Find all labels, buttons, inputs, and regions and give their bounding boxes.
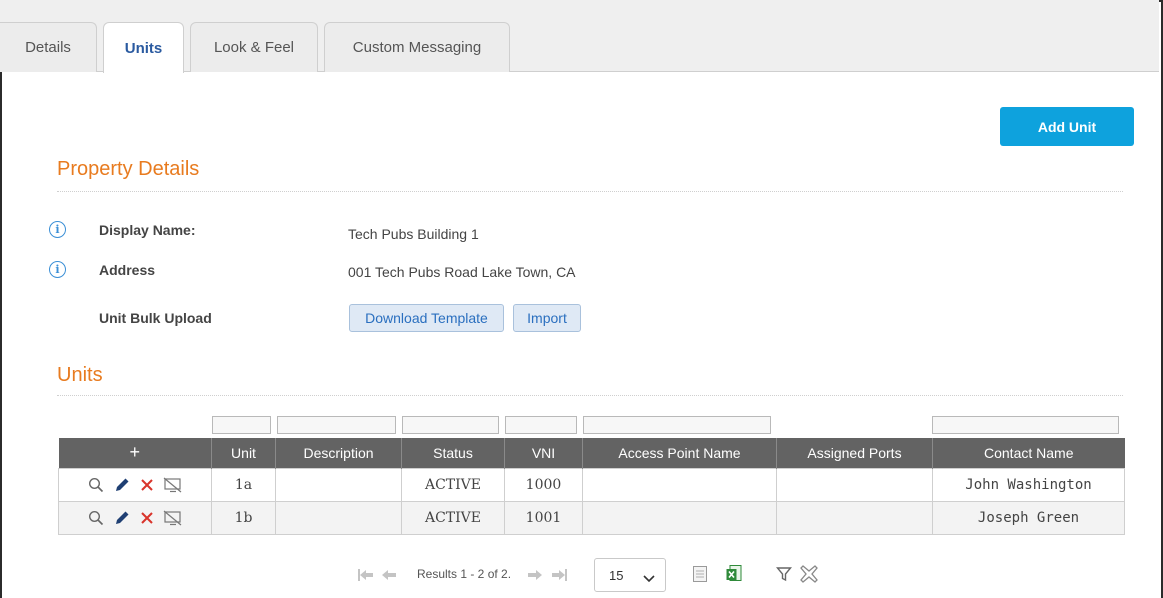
property-details-title: Property Details — [57, 158, 200, 180]
access-point-name-cell — [582, 467, 777, 502]
status-cell: ACTIVE — [401, 500, 505, 535]
edit-icon[interactable] — [113, 509, 131, 527]
tab-bar: Details Units Look & Feel Custom Messagi… — [0, 0, 1159, 73]
export-pdf-icon[interactable] — [692, 565, 708, 586]
add-unit-button[interactable]: Add Unit — [1000, 107, 1134, 146]
tab-look-and-feel[interactable]: Look & Feel — [190, 22, 318, 72]
access-point-name-filter-input[interactable] — [583, 416, 771, 434]
column-header-vni[interactable]: VNI — [504, 438, 583, 468]
chevron-down-icon — [643, 571, 655, 586]
tab-label: Units — [124, 39, 163, 57]
table-row: 1b ACTIVE 1001 Joseph Green — [58, 500, 1125, 535]
description-cell — [275, 500, 402, 535]
status-filter-input[interactable] — [402, 416, 499, 434]
section-divider — [57, 395, 1123, 396]
status-cell: ACTIVE — [401, 467, 505, 502]
units-table: + Unit Description Status VNI Access Poi… — [58, 438, 1125, 535]
column-header-status[interactable]: Status — [401, 438, 505, 468]
units-title: Units — [57, 364, 103, 386]
vni-filter-input[interactable] — [505, 416, 577, 434]
search-icon[interactable] — [88, 510, 104, 526]
tab-details[interactable]: Details — [0, 22, 97, 72]
tab-label: Look & Feel — [213, 39, 295, 56]
unit-filter-input[interactable] — [212, 416, 271, 434]
filter-icon[interactable] — [776, 566, 792, 585]
column-header-contact-name[interactable]: Contact Name — [932, 438, 1125, 468]
contact-name-cell: John Washington — [932, 467, 1125, 502]
assigned-ports-cell — [776, 500, 933, 535]
page-size-select[interactable]: 15 — [594, 558, 666, 592]
unit-cell: 1a — [211, 467, 276, 502]
row-actions — [58, 467, 212, 502]
description-filter-input[interactable] — [277, 416, 396, 434]
first-page-icon[interactable] — [357, 568, 375, 585]
column-header-assigned-ports[interactable]: Assigned Ports — [776, 438, 933, 468]
delete-icon[interactable] — [140, 478, 154, 492]
next-page-icon[interactable] — [527, 568, 543, 585]
access-point-name-cell — [582, 500, 777, 535]
tab-custom-messaging[interactable]: Custom Messaging — [324, 22, 510, 72]
info-icon[interactable]: i — [49, 221, 66, 238]
add-row-button[interactable]: + — [58, 438, 212, 468]
results-text: Results 1 - 2 of 2. — [417, 567, 512, 581]
column-header-unit[interactable]: Unit — [211, 438, 276, 468]
vni-cell: 1000 — [504, 467, 583, 502]
row-actions — [58, 500, 212, 535]
address-label: Address — [99, 262, 156, 278]
vni-cell: 1001 — [504, 500, 583, 535]
tab-label: Details — [25, 39, 71, 56]
display-name-value: Tech Pubs Building 1 — [348, 226, 479, 242]
prev-page-icon[interactable] — [381, 568, 397, 585]
search-icon[interactable] — [88, 477, 104, 493]
description-cell — [275, 467, 402, 502]
info-icon[interactable]: i — [49, 261, 66, 278]
contact-name-cell: Joseph Green — [932, 500, 1125, 535]
address-value: 001 Tech Pubs Road Lake Town, CA — [348, 264, 576, 280]
section-divider — [57, 191, 1123, 192]
tab-units[interactable]: Units — [103, 22, 184, 73]
column-header-access-point-name[interactable]: Access Point Name — [582, 438, 777, 468]
last-page-icon[interactable] — [550, 568, 568, 585]
tab-label: Custom Messaging — [352, 39, 482, 56]
assigned-ports-cell — [776, 467, 933, 502]
contact-name-filter-input[interactable] — [932, 416, 1119, 434]
import-button[interactable]: Import — [513, 304, 581, 332]
column-header-description[interactable]: Description — [275, 438, 402, 468]
page-size-value: 15 — [609, 567, 624, 583]
table-row: 1a ACTIVE 1000 John Washington — [58, 467, 1125, 502]
no-display-icon[interactable] — [163, 477, 183, 493]
no-display-icon[interactable] — [163, 510, 183, 526]
display-name-label: Display Name: — [99, 222, 196, 238]
download-template-button[interactable]: Download Template — [349, 304, 504, 332]
unit-cell: 1b — [211, 500, 276, 535]
table-header-row: + Unit Description Status VNI Access Poi… — [58, 438, 1125, 468]
delete-icon[interactable] — [140, 511, 154, 525]
export-excel-icon[interactable] — [725, 564, 743, 587]
unit-bulk-upload-label: Unit Bulk Upload — [99, 310, 212, 326]
clear-filter-icon[interactable] — [799, 564, 819, 587]
edit-icon[interactable] — [113, 476, 131, 494]
